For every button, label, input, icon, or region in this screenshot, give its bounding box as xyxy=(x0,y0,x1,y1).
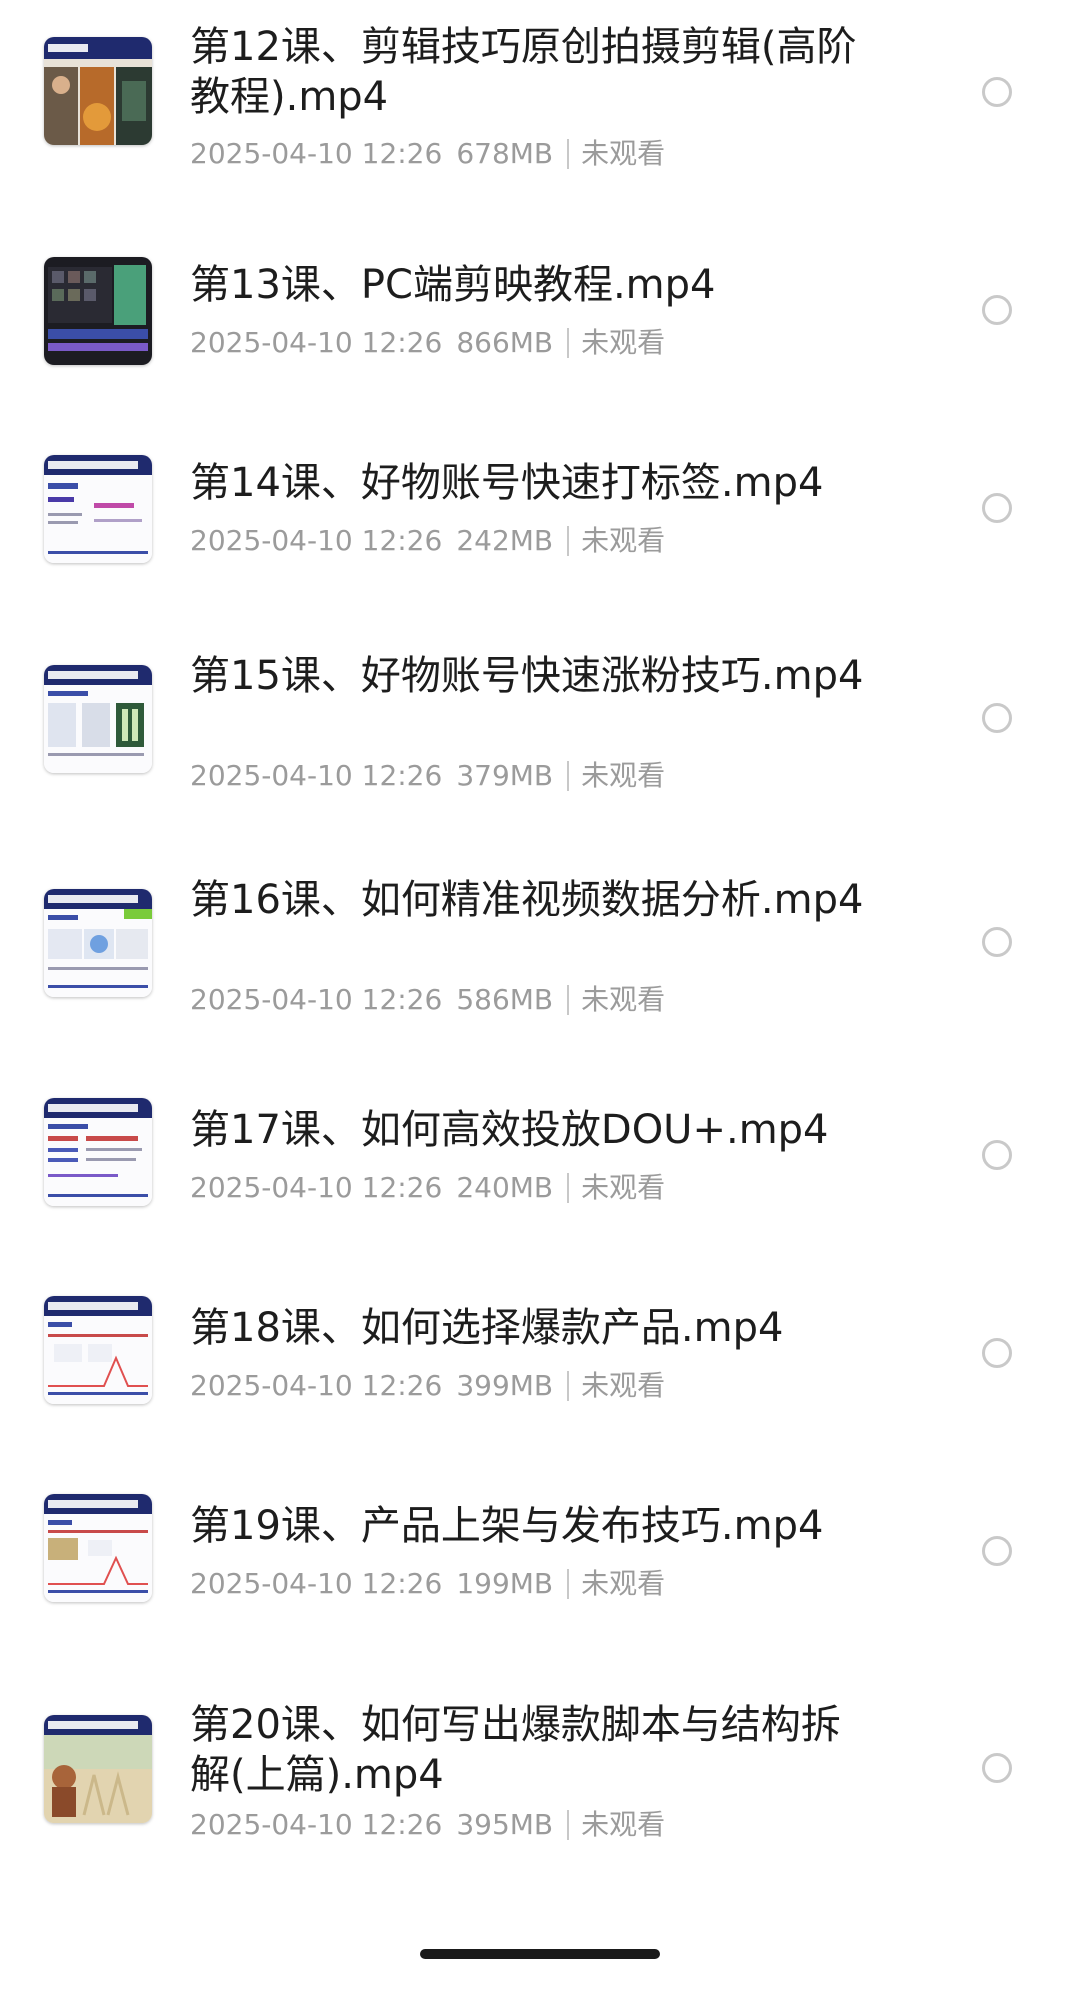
watch-status: 未观看 xyxy=(581,1369,666,1402)
select-radio[interactable] xyxy=(982,703,1012,733)
file-meta: 2025-04-10 12:26 866MB 未观看 xyxy=(190,323,665,363)
file-size: 586MB xyxy=(456,983,554,1016)
file-title: 第18课、如何选择爆款产品.mp4 xyxy=(190,1305,784,1351)
file-size: 678MB xyxy=(456,137,554,170)
file-meta: 2025-04-10 12:26 586MB 未观看 xyxy=(190,980,665,1020)
file-meta: 2025-04-10 12:26 399MB 未观看 xyxy=(190,1366,665,1406)
file-size: 399MB xyxy=(456,1369,554,1402)
watch-status: 未观看 xyxy=(581,759,666,792)
watch-status: 未观看 xyxy=(581,137,666,170)
divider xyxy=(567,1569,570,1599)
file-title: 第12课、剪辑技巧原创拍摄剪辑(高阶教程).mp4 xyxy=(190,24,857,120)
file-size: 240MB xyxy=(456,1171,554,1204)
select-radio[interactable] xyxy=(982,77,1012,107)
divider xyxy=(567,1810,570,1840)
file-size: 395MB xyxy=(456,1808,554,1841)
select-radio[interactable] xyxy=(982,493,1012,523)
select-radio[interactable] xyxy=(982,1338,1012,1368)
divider xyxy=(567,139,570,169)
file-list: 第12课、剪辑技巧原创拍摄剪辑(高阶教程).mp4 2025-04-10 12:… xyxy=(0,0,1080,1993)
watch-status: 未观看 xyxy=(581,1808,666,1841)
file-date: 2025-04-10 12:26 xyxy=(190,137,443,170)
divider xyxy=(567,761,570,791)
video-thumbnail xyxy=(44,257,152,365)
watch-status: 未观看 xyxy=(581,326,666,359)
divider xyxy=(567,1173,570,1203)
divider xyxy=(567,526,570,556)
video-thumbnail xyxy=(44,665,152,773)
divider xyxy=(567,985,570,1015)
file-title: 第16课、如何精准视频数据分析.mp4 xyxy=(190,877,864,923)
watch-status: 未观看 xyxy=(581,983,666,1016)
file-title: 第14课、好物账号快速打标签.mp4 xyxy=(190,460,824,506)
file-date: 2025-04-10 12:26 xyxy=(190,524,443,557)
file-meta: 2025-04-10 12:26 395MB 未观看 xyxy=(190,1805,665,1845)
file-size: 242MB xyxy=(456,524,554,557)
file-date: 2025-04-10 12:26 xyxy=(190,983,443,1016)
file-date: 2025-04-10 12:26 xyxy=(190,326,443,359)
divider xyxy=(567,1371,570,1401)
video-thumbnail xyxy=(44,1296,152,1404)
file-date: 2025-04-10 12:26 xyxy=(190,1171,443,1204)
home-indicator[interactable] xyxy=(420,1949,660,1959)
select-radio[interactable] xyxy=(982,927,1012,957)
video-thumbnail xyxy=(44,37,152,145)
video-thumbnail xyxy=(44,1098,152,1206)
file-meta: 2025-04-10 12:26 240MB 未观看 xyxy=(190,1168,665,1208)
file-meta: 2025-04-10 12:26 242MB 未观看 xyxy=(190,521,665,561)
file-title: 第17课、如何高效投放DOU+.mp4 xyxy=(190,1107,829,1153)
video-thumbnail xyxy=(44,1715,152,1823)
file-size: 866MB xyxy=(456,326,554,359)
video-thumbnail xyxy=(44,455,152,563)
file-date: 2025-04-10 12:26 xyxy=(190,1567,443,1600)
file-size: 379MB xyxy=(456,759,554,792)
select-radio[interactable] xyxy=(982,1753,1012,1783)
divider xyxy=(567,328,570,358)
file-date: 2025-04-10 12:26 xyxy=(190,1808,443,1841)
video-thumbnail xyxy=(44,889,152,997)
watch-status: 未观看 xyxy=(581,524,666,557)
file-meta: 2025-04-10 12:26 678MB 未观看 xyxy=(190,134,665,174)
file-meta: 2025-04-10 12:26 379MB 未观看 xyxy=(190,756,665,796)
file-title: 第13课、PC端剪映教程.mp4 xyxy=(190,262,716,308)
file-size: 199MB xyxy=(456,1567,554,1600)
watch-status: 未观看 xyxy=(581,1171,666,1204)
file-date: 2025-04-10 12:26 xyxy=(190,1369,443,1402)
file-title: 第20课、如何写出爆款脚本与结构拆解(上篇).mp4 xyxy=(190,1702,841,1798)
select-radio[interactable] xyxy=(982,295,1012,325)
file-meta: 2025-04-10 12:26 199MB 未观看 xyxy=(190,1564,665,1604)
video-thumbnail xyxy=(44,1494,152,1602)
file-title: 第15课、好物账号快速涨粉技巧.mp4 xyxy=(190,653,864,699)
file-date: 2025-04-10 12:26 xyxy=(190,759,443,792)
select-radio[interactable] xyxy=(982,1140,1012,1170)
watch-status: 未观看 xyxy=(581,1567,666,1600)
select-radio[interactable] xyxy=(982,1536,1012,1566)
file-title: 第19课、产品上架与发布技巧.mp4 xyxy=(190,1503,824,1549)
